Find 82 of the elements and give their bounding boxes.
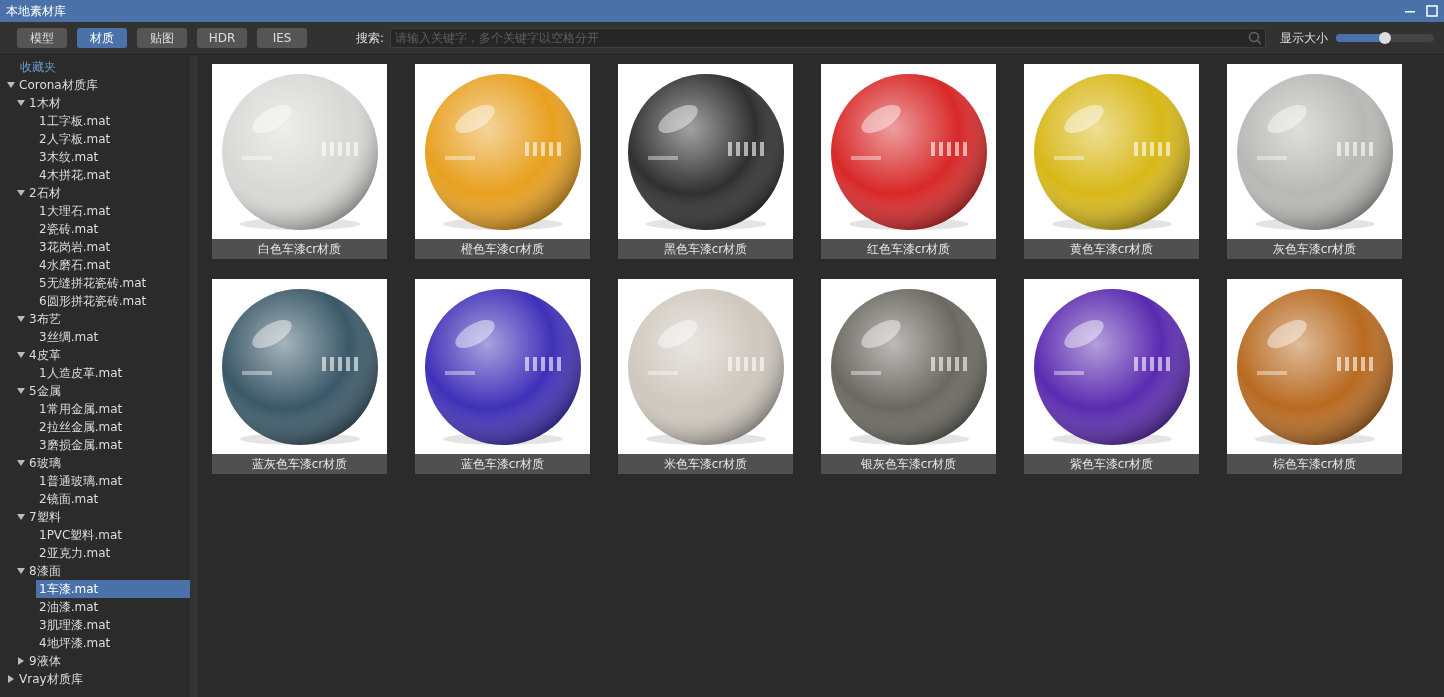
tree-folder[interactable]: 2石材 <box>26 184 64 202</box>
tab[interactable]: 模型 <box>17 28 67 48</box>
tree-item[interactable]: 1常用金属.mat <box>36 400 126 418</box>
size-slider[interactable] <box>1336 34 1434 42</box>
material-name: 黄色车漆cr材质 <box>1024 239 1199 259</box>
tab[interactable]: 贴图 <box>137 28 187 48</box>
material-name: 橙色车漆cr材质 <box>415 239 590 259</box>
material-tile[interactable]: 紫色车漆cr材质 <box>1024 279 1199 474</box>
tree-folder[interactable]: 8漆面 <box>26 562 64 580</box>
tree-folder[interactable]: 4皮革 <box>26 346 64 364</box>
tree-item[interactable]: 1车漆.mat <box>36 580 190 598</box>
tree-folder[interactable]: Corona材质库 <box>16 76 101 94</box>
tree-item[interactable]: 4地坪漆.mat <box>36 634 114 652</box>
tree-item[interactable]: 5无缝拼花瓷砖.mat <box>36 274 150 292</box>
material-tile[interactable]: 红色车漆cr材质 <box>821 64 996 259</box>
material-name: 黑色车漆cr材质 <box>618 239 793 259</box>
collapse-arrow-icon[interactable] <box>16 458 26 468</box>
material-tile[interactable]: 黄色车漆cr材质 <box>1024 64 1199 259</box>
tree-folder[interactable]: 5金属 <box>26 382 64 400</box>
material-tile[interactable]: 橙色车漆cr材质 <box>415 64 590 259</box>
material-name: 红色车漆cr材质 <box>821 239 996 259</box>
tree-item[interactable]: 1大理石.mat <box>36 202 114 220</box>
material-tile[interactable]: 米色车漆cr材质 <box>618 279 793 474</box>
collapse-arrow-icon[interactable] <box>16 512 26 522</box>
collapse-arrow-icon[interactable] <box>16 350 26 360</box>
maximize-icon[interactable] <box>1426 5 1438 17</box>
slider-thumb[interactable] <box>1379 32 1391 44</box>
expand-arrow-icon[interactable] <box>16 656 26 666</box>
material-name: 紫色车漆cr材质 <box>1024 454 1199 474</box>
collapse-arrow-icon[interactable] <box>16 566 26 576</box>
tree-folder[interactable]: 9液体 <box>26 652 64 670</box>
tree-item[interactable]: 2瓷砖.mat <box>36 220 102 238</box>
material-tile[interactable]: 蓝色车漆cr材质 <box>415 279 590 474</box>
material-tile[interactable]: 黑色车漆cr材质 <box>618 64 793 259</box>
tree-item[interactable]: 6圆形拼花瓷砖.mat <box>36 292 150 310</box>
tree-item[interactable]: 2拉丝金属.mat <box>36 418 126 436</box>
material-tile[interactable]: 银灰色车漆cr材质 <box>821 279 996 474</box>
material-tile[interactable]: 蓝灰色车漆cr材质 <box>212 279 387 474</box>
search-label: 搜索: <box>356 29 385 47</box>
tree-item[interactable]: 3肌理漆.mat <box>36 616 114 634</box>
material-name: 白色车漆cr材质 <box>212 239 387 259</box>
tree-item[interactable]: 2亚克力.mat <box>36 544 114 562</box>
tree-folder[interactable]: 7塑料 <box>26 508 64 526</box>
tree-item[interactable]: 1PVC塑料.mat <box>36 526 126 544</box>
tree-folder[interactable]: 3布艺 <box>26 310 64 328</box>
material-name: 米色车漆cr材质 <box>618 454 793 474</box>
tree-item[interactable]: 3磨损金属.mat <box>36 436 126 454</box>
tree-item[interactable]: 1工字板.mat <box>36 112 114 130</box>
tree-item[interactable]: 4木拼花.mat <box>36 166 114 184</box>
tree-item[interactable]: 3丝绸.mat <box>36 328 102 346</box>
size-label: 显示大小 <box>1280 29 1328 47</box>
collapse-arrow-icon[interactable] <box>6 80 16 90</box>
search-icon[interactable] <box>1248 31 1262 45</box>
material-tile[interactable]: 白色车漆cr材质 <box>212 64 387 259</box>
material-name: 棕色车漆cr材质 <box>1227 454 1402 474</box>
tree-item[interactable]: 2镜面.mat <box>36 490 102 508</box>
collapse-arrow-icon[interactable] <box>16 314 26 324</box>
tree-item[interactable]: 2人字板.mat <box>36 130 114 148</box>
favorites-link[interactable]: 收藏夹 <box>17 58 59 76</box>
tab[interactable]: IES <box>257 28 307 48</box>
material-name: 银灰色车漆cr材质 <box>821 454 996 474</box>
tab[interactable]: HDR <box>197 28 247 48</box>
tree-item[interactable]: 3木纹.mat <box>36 148 102 166</box>
tree-folder[interactable]: 1木材 <box>26 94 64 112</box>
material-name: 蓝色车漆cr材质 <box>415 454 590 474</box>
tree-item[interactable]: 1普通玻璃.mat <box>36 472 126 490</box>
tree-folder[interactable]: 6玻璃 <box>26 454 64 472</box>
tree-item[interactable]: 2油漆.mat <box>36 598 102 616</box>
tab[interactable]: 材质 <box>77 28 127 48</box>
tree-item[interactable]: 4水磨石.mat <box>36 256 114 274</box>
expand-arrow-icon[interactable] <box>6 674 16 684</box>
tree-folder[interactable]: Vray材质库 <box>16 670 86 688</box>
collapse-arrow-icon[interactable] <box>16 386 26 396</box>
tree-item[interactable]: 1人造皮革.mat <box>36 364 126 382</box>
material-name: 蓝灰色车漆cr材质 <box>212 454 387 474</box>
window-title: 本地素材库 <box>6 2 67 20</box>
collapse-arrow-icon[interactable] <box>16 188 26 198</box>
material-tile[interactable]: 灰色车漆cr材质 <box>1227 64 1402 259</box>
tree-item[interactable]: 3花岗岩.mat <box>36 238 114 256</box>
material-tile[interactable]: 棕色车漆cr材质 <box>1227 279 1402 474</box>
collapse-arrow-icon[interactable] <box>16 98 26 108</box>
material-name: 灰色车漆cr材质 <box>1227 239 1402 259</box>
